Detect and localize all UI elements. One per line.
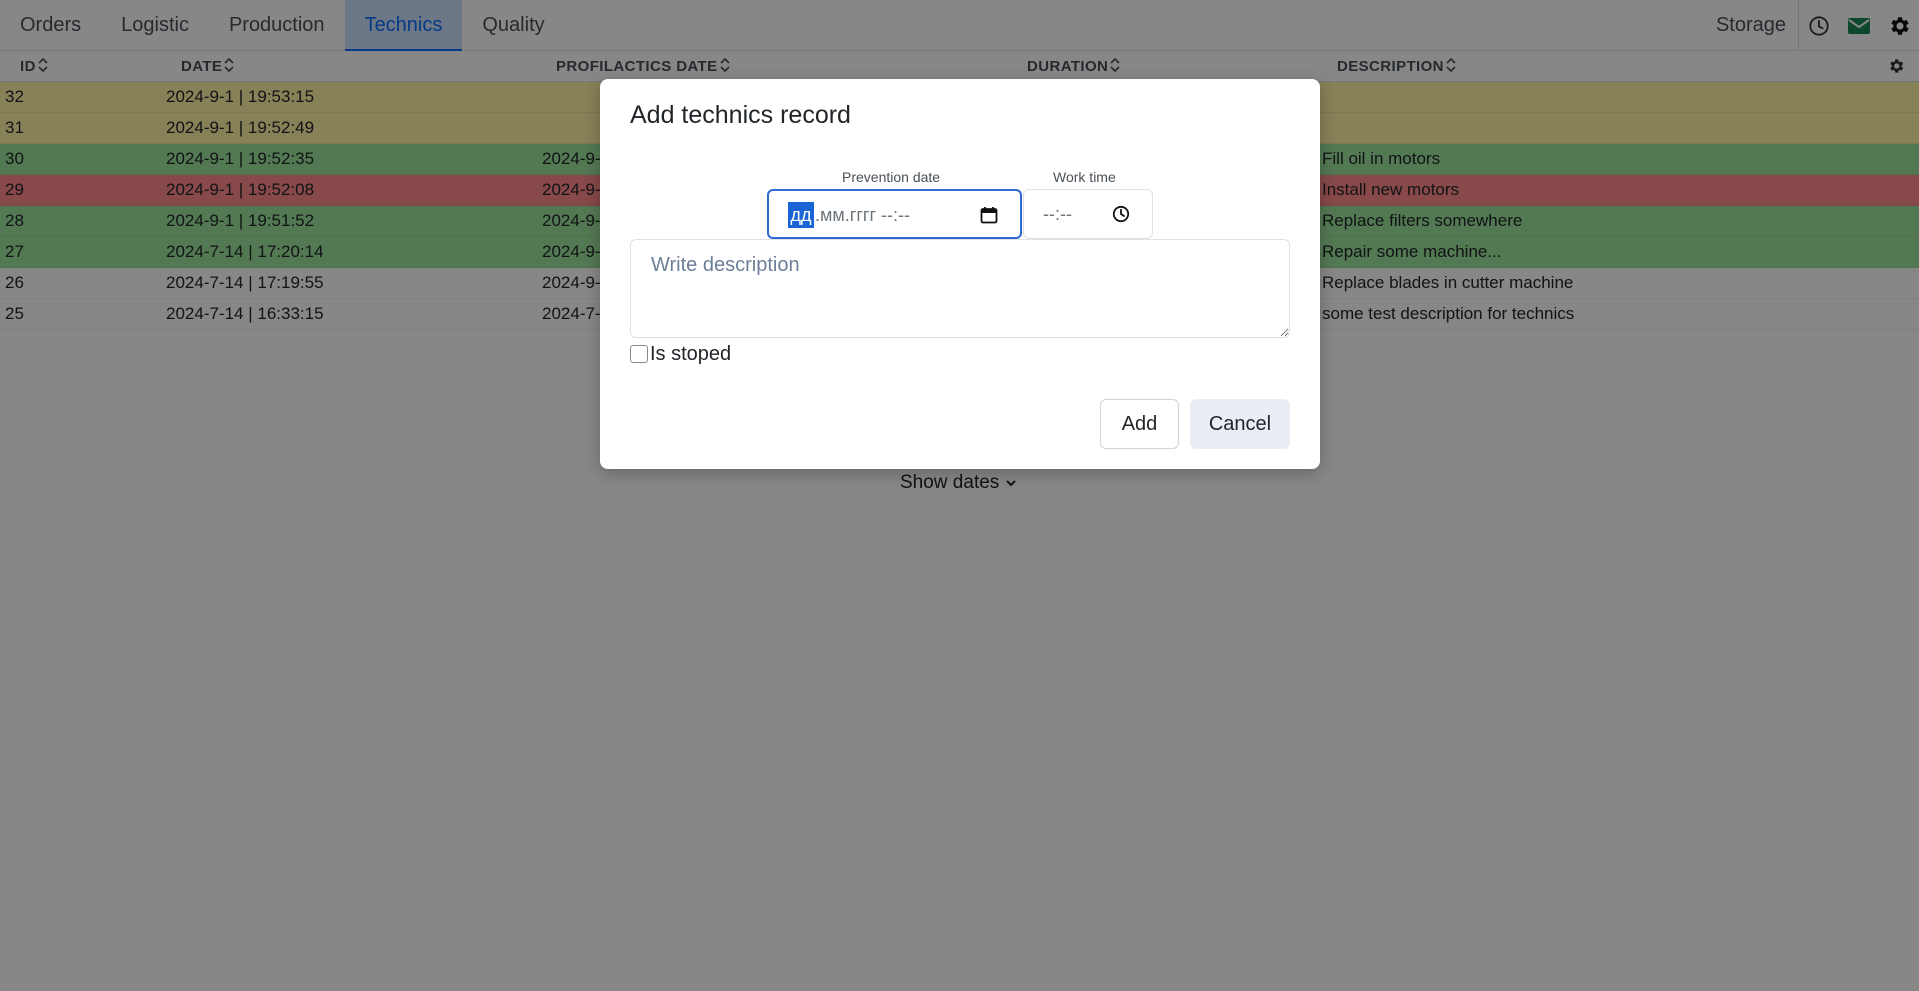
prevention-date-input[interactable]: дд .мм.гггг --:-- bbox=[767, 189, 1022, 239]
work-time-label: Work time bbox=[1053, 169, 1116, 185]
date-day-segment[interactable]: дд bbox=[788, 202, 814, 228]
description-textarea[interactable] bbox=[630, 239, 1290, 338]
is-stopped-checkbox[interactable] bbox=[630, 345, 648, 363]
calendar-icon[interactable] bbox=[980, 206, 998, 229]
work-time-value[interactable]: --:-- bbox=[1043, 204, 1072, 225]
add-button[interactable]: Add bbox=[1100, 399, 1179, 449]
prevention-date-label: Prevention date bbox=[842, 169, 941, 185]
clock-icon[interactable] bbox=[1112, 205, 1130, 228]
modal-title: Add technics record bbox=[630, 101, 851, 129]
cancel-button[interactable]: Cancel bbox=[1190, 399, 1290, 449]
date-remaining-segments[interactable]: .мм.гггг --:-- bbox=[815, 205, 910, 226]
is-stopped-label[interactable]: Is stoped bbox=[650, 343, 731, 366]
work-time-input[interactable]: --:-- bbox=[1023, 189, 1153, 239]
add-technics-record-modal: Add technics record Prevention date дд .… bbox=[600, 79, 1320, 469]
